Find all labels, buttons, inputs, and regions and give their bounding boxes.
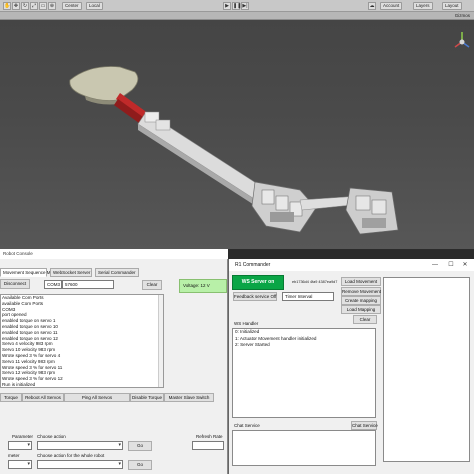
transform-tool-icon[interactable]: ⊕ (48, 2, 56, 10)
console-title: Robot Console (0, 249, 228, 259)
torque-button[interactable]: Torque (0, 393, 22, 402)
orientation-gizmo-icon (454, 32, 470, 48)
chat-service-button[interactable]: Chat Service (351, 421, 378, 430)
connection-id-text: eb1736d4 4fa9 4387ea9d7 (292, 280, 338, 284)
cloud-icon[interactable]: ☁ (368, 2, 376, 10)
maximize-icon[interactable]: ☐ (444, 259, 458, 271)
go-button[interactable]: Go (128, 441, 152, 451)
meter-select[interactable] (8, 460, 32, 469)
log-scrollbar[interactable] (158, 295, 163, 387)
feedback-service-button[interactable]: Feedback service Off (233, 292, 277, 301)
commander-clear-button[interactable]: Clear (353, 315, 377, 324)
parameter-label: Parameter (12, 434, 34, 439)
disconnect-button[interactable]: Disconnect (0, 279, 30, 289)
voltage-indicator: Voltage: 12 V (179, 279, 227, 293)
choose-action-label: Choose action (37, 434, 66, 439)
pivot-local-button[interactable]: Local (86, 2, 103, 10)
whole-robot-action-select[interactable] (37, 460, 123, 469)
servo-base-shadow (270, 212, 294, 222)
baud-rate-field[interactable]: 57600 (62, 280, 114, 289)
base-servo-2 (371, 199, 387, 215)
tab-websocket-server[interactable]: WebSocket Server (50, 268, 92, 277)
move-tool-icon[interactable]: ✥ (12, 2, 20, 10)
robot-arm-render (69, 32, 470, 235)
tab-serial-commander[interactable]: Serial Commander (95, 268, 139, 277)
arm-link-shadow (138, 124, 262, 210)
disable-torque-button[interactable]: Disable Torque (130, 393, 164, 402)
account-dropdown[interactable]: Account (380, 2, 403, 10)
layers-dropdown[interactable]: Layers (413, 2, 433, 10)
choose-whole-robot-label: Choose action for the whole robot (37, 453, 105, 458)
pause-icon[interactable]: ❚❚ (232, 2, 241, 10)
chat-service-box[interactable] (232, 430, 376, 466)
ws-server-toggle-button[interactable]: WS Server on (232, 275, 284, 290)
close-icon[interactable]: ✕ (458, 259, 472, 271)
pivot-center-button[interactable]: Center (62, 2, 82, 10)
servo-2 (275, 195, 289, 211)
rotate-tool-icon[interactable]: ↻ (21, 2, 29, 10)
rect-tool-icon[interactable]: ▭ (39, 2, 47, 10)
ws-handler-line: 2: Server Started (235, 342, 270, 347)
remove-movement-button[interactable]: Remove Movement (341, 287, 381, 296)
load-mapping-button[interactable]: Load Mapping (341, 305, 381, 314)
serial-log[interactable]: Available Com Ports available Com Ports CO… (0, 294, 164, 388)
scene-view[interactable] (0, 20, 474, 249)
hand-tool-icon[interactable]: ✋ (3, 2, 11, 10)
ping-all-servos-button[interactable]: Ping All Servos (64, 393, 130, 402)
console-clear-button[interactable]: Clear (142, 280, 162, 290)
ws-handler-lines: 0: Initialized 1: Actuator Movement handl… (233, 329, 375, 349)
reboot-all-servos-button[interactable]: Reboot All Servos (22, 393, 64, 402)
timer-interval-field[interactable]: Timer Interval (282, 292, 334, 301)
ws-handler-log[interactable]: 0: Initialized 1: Actuator Movement handl… (232, 328, 376, 418)
load-movement-button[interactable]: Load Movement (341, 277, 381, 286)
base-servo-shadow (362, 218, 386, 228)
tab-movement-sequence-maker[interactable]: Movement Sequence Maker (0, 268, 59, 277)
master-slave-switch-button[interactable]: Master Slave Switch (164, 393, 214, 402)
parameter-select[interactable] (8, 441, 32, 450)
refresh-rate-field[interactable] (192, 441, 224, 450)
step-icon[interactable]: ▶| (241, 2, 249, 10)
servo-1 (261, 189, 275, 205)
movement-list[interactable] (383, 277, 470, 462)
unity-toolbar: ✋ ✥ ↻ ⤢ ▭ ⊕ Center Local ▶ ❚❚ ▶| ☁ Accou… (0, 0, 474, 12)
layout-dropdown[interactable]: Layout (442, 2, 462, 10)
port-select[interactable]: COM3 (44, 280, 62, 289)
paddle-shape (69, 66, 139, 101)
gizmos-dropdown[interactable]: Gizmos (455, 13, 470, 18)
chat-service-label: Chat Service (234, 423, 260, 428)
refresh-rate-label: Refresh Rate (196, 434, 223, 439)
scene-view-toolbar: Gizmos (0, 12, 474, 20)
go-whole-robot-button[interactable]: Go (128, 460, 152, 470)
minimize-icon[interactable]: — (428, 259, 442, 271)
log-line: Run is initialized (2, 381, 36, 387)
base-servo-1 (355, 195, 371, 211)
scale-tool-icon[interactable]: ⤢ (30, 2, 38, 10)
serial-log-lines: Available Com Ports available Com Ports CO… (1, 295, 163, 387)
servo-command-row: Torque Reboot All Servos Ping All Servos… (0, 393, 228, 402)
play-icon[interactable]: ▶ (223, 2, 231, 10)
meter-label: meter (8, 453, 20, 458)
create-mapping-button[interactable]: Create mapping (341, 296, 381, 305)
joint-block-2 (155, 119, 171, 131)
ws-handler-label: WS Handler (234, 321, 259, 326)
action-select[interactable] (37, 441, 123, 450)
